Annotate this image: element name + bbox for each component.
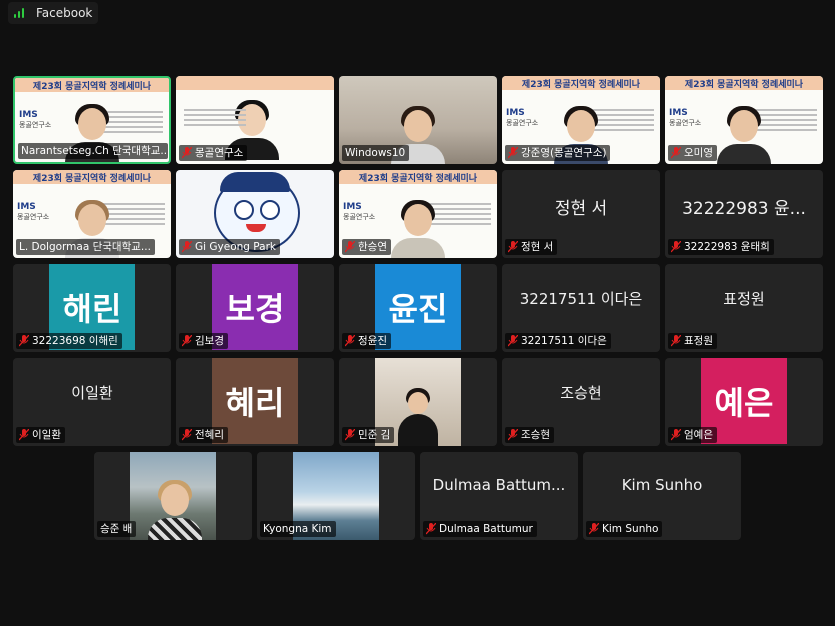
mic-muted-icon bbox=[345, 241, 355, 253]
mic-muted-icon bbox=[671, 429, 681, 441]
mic-muted-icon bbox=[182, 147, 192, 159]
video-tile[interactable]: Kim Sunho Kim Sunho bbox=[583, 452, 741, 540]
participant-name: 엄예은 bbox=[668, 427, 717, 443]
mic-muted-icon bbox=[671, 335, 681, 347]
participant-name: L. Dolgormaa 단국대학교... bbox=[16, 239, 155, 255]
mic-muted-icon bbox=[19, 335, 29, 347]
video-tile[interactable]: 조승현 조승현 bbox=[502, 358, 660, 446]
video-tile[interactable]: Dulmaa Battum... Dulmaa Battumur bbox=[420, 452, 578, 540]
mic-muted-icon bbox=[182, 335, 192, 347]
mic-muted-icon bbox=[345, 429, 355, 441]
video-tile[interactable]: 제23회 몽골지역학 정례세미나 IMS 몽골연구소 Narantsetseg.C… bbox=[13, 76, 171, 164]
video-tile[interactable]: 해린 32223698 이해린 bbox=[13, 264, 171, 352]
participant-name: Kyongna Kim bbox=[260, 521, 336, 537]
video-tile[interactable]: 제23회 몽골지역학 정례세미나 IMS 몽골연구소 L. Dolgormaa 단… bbox=[13, 170, 171, 258]
participant-display-name: 조승현 bbox=[560, 384, 602, 402]
participant-display-name: Kim Sunho bbox=[621, 476, 703, 494]
participant-display-name: 표정원 bbox=[723, 290, 765, 308]
participant-name: 정윤진 bbox=[342, 333, 391, 349]
participant-name: Windows10 bbox=[342, 145, 410, 161]
participant-name: 표정원 bbox=[668, 333, 717, 349]
mic-muted-icon bbox=[426, 523, 436, 535]
video-tile[interactable]: 윤진 정윤진 bbox=[339, 264, 497, 352]
participant-name: 이일환 bbox=[16, 427, 65, 443]
video-tile[interactable]: 정현 서 정현 서 bbox=[502, 170, 660, 258]
participant-name: 민준 김 bbox=[342, 427, 395, 443]
mic-muted-icon bbox=[589, 523, 599, 535]
video-tile[interactable]: 민준 김 bbox=[339, 358, 497, 446]
video-tile[interactable]: 예은 엄예은 bbox=[665, 358, 823, 446]
video-tile[interactable]: 제23회 몽골지역학 정례세미나 IMS 몽골연구소 강준영(몽골연구소) bbox=[502, 76, 660, 164]
mic-muted-icon bbox=[182, 429, 192, 441]
participant-name: 승준 배 bbox=[97, 521, 137, 537]
video-tile[interactable]: 몽골연구소 bbox=[176, 76, 334, 164]
app-title: Facebook bbox=[36, 6, 93, 20]
participant-name: 강준영(몽골연구소) bbox=[505, 145, 611, 161]
participant-name: 32222983 윤태희 bbox=[668, 239, 774, 255]
mic-muted-icon bbox=[671, 241, 681, 253]
window-title-bar: Facebook bbox=[8, 2, 99, 24]
mic-muted-icon bbox=[182, 241, 192, 253]
participant-display-name: 32217511 이다은 bbox=[519, 290, 643, 308]
video-tile[interactable]: 제23회 몽골지역학 정례세미나 IMS 몽골연구소 오미영 bbox=[665, 76, 823, 164]
participant-display-name: 이일환 bbox=[71, 384, 113, 402]
video-tile[interactable]: Kyongna Kim bbox=[257, 452, 415, 540]
profile-photo bbox=[130, 452, 216, 540]
video-tile[interactable]: 보경 김보경 bbox=[176, 264, 334, 352]
video-tile[interactable]: 32217511 이다은 32217511 이다은 bbox=[502, 264, 660, 352]
video-tile[interactable]: 표정원 표정원 bbox=[665, 264, 823, 352]
participant-display-name: Dulmaa Battum... bbox=[432, 476, 566, 494]
mic-muted-icon bbox=[508, 429, 518, 441]
mic-muted-icon bbox=[508, 241, 518, 253]
video-tile[interactable]: 혜리 전혜리 bbox=[176, 358, 334, 446]
participant-display-name: 정현 서 bbox=[554, 199, 608, 219]
participant-name: 김보경 bbox=[179, 333, 228, 349]
video-tile[interactable]: 승준 배 bbox=[94, 452, 252, 540]
participant-name: 정현 서 bbox=[505, 239, 558, 255]
participant-name: Dulmaa Battumur bbox=[423, 521, 537, 537]
participant-name: 32223698 이해린 bbox=[16, 333, 122, 349]
participant-name: 전혜리 bbox=[179, 427, 228, 443]
mic-muted-icon bbox=[508, 147, 518, 159]
mic-muted-icon bbox=[671, 147, 681, 159]
video-tile[interactable]: 이일환 이일환 bbox=[13, 358, 171, 446]
participant-name: Narantsetseg.Ch 단국대학교... bbox=[18, 143, 168, 159]
video-tile[interactable]: Windows10 bbox=[339, 76, 497, 164]
video-tile[interactable]: 32222983 윤... 32222983 윤태희 bbox=[665, 170, 823, 258]
participant-name: Kim Sunho bbox=[586, 521, 663, 537]
mic-muted-icon bbox=[345, 335, 355, 347]
participant-display-name: 32222983 윤... bbox=[682, 199, 806, 219]
participant-name: 오미영 bbox=[668, 145, 717, 161]
participant-name: 32217511 이다은 bbox=[505, 333, 611, 349]
video-tile[interactable]: Gi Gyeong Park bbox=[176, 170, 334, 258]
mic-muted-icon bbox=[19, 429, 29, 441]
participant-name: 몽골연구소 bbox=[179, 145, 248, 161]
participant-name: Gi Gyeong Park bbox=[179, 239, 280, 255]
video-tile[interactable]: 제23회 몽골지역학 정례세미나 IMS 몽골연구소 한승연 bbox=[339, 170, 497, 258]
participant-name: 한승연 bbox=[342, 239, 391, 255]
signal-icon bbox=[14, 6, 28, 20]
mic-muted-icon bbox=[508, 335, 518, 347]
participant-name: 조승현 bbox=[505, 427, 554, 443]
